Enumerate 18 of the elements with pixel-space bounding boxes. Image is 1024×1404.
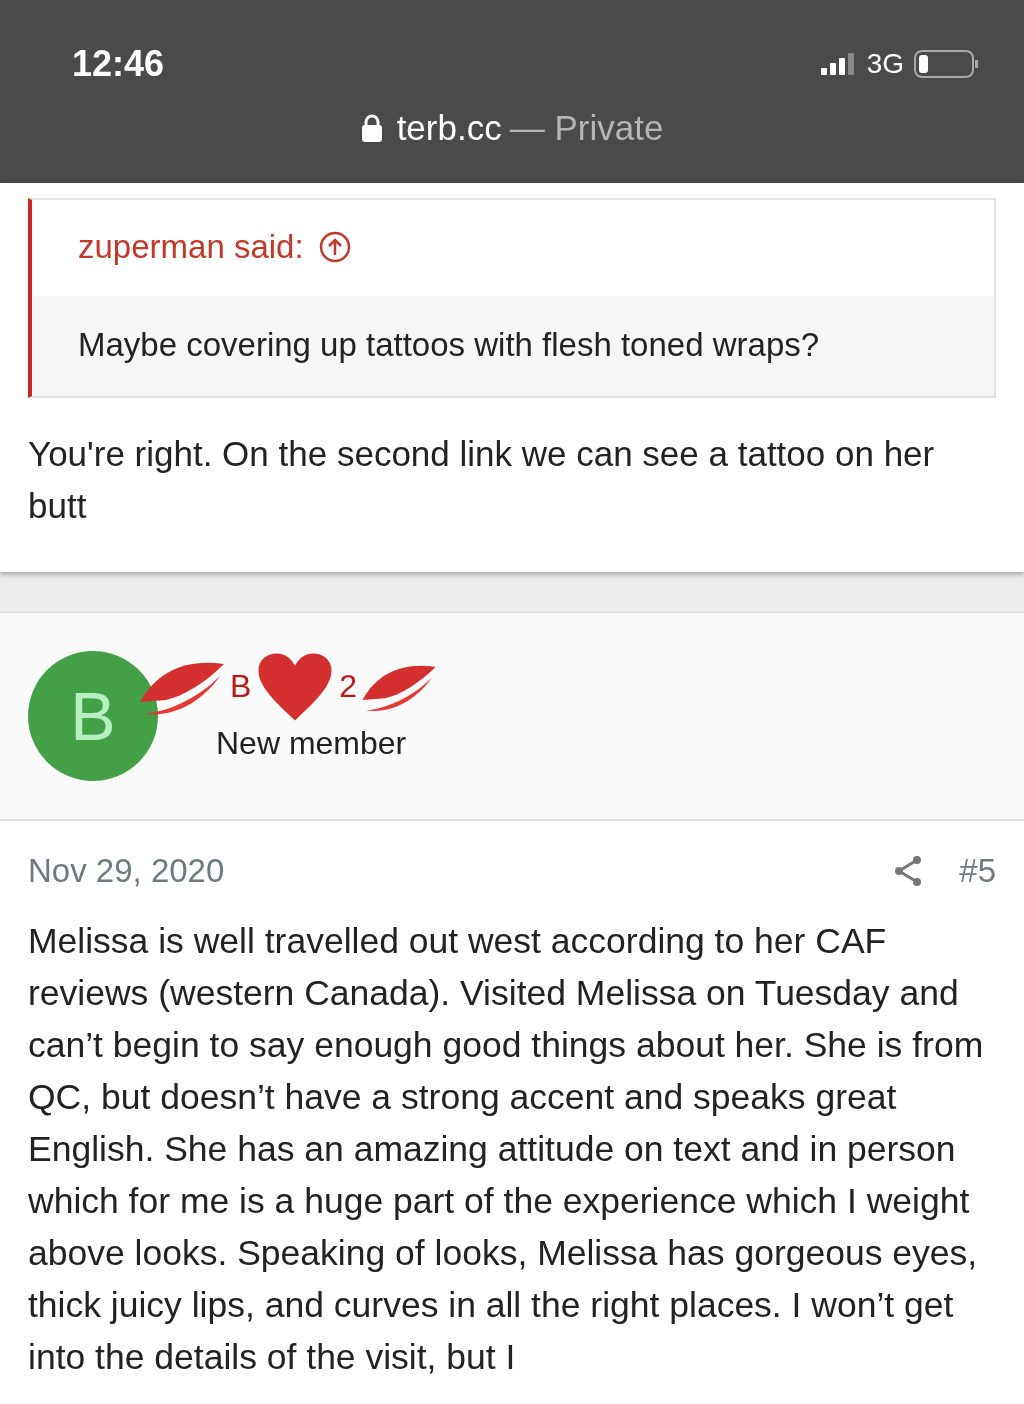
share-icon[interactable] bbox=[893, 855, 924, 887]
private-label: — Private bbox=[509, 108, 664, 148]
user-title: New member bbox=[216, 724, 408, 762]
post-body: Melissa is well travelled out west according to her CAF reviews (western Canada). Visited Melissa on Tuesday and can’t begin to say enough good things about her. She is from QC, but doesn’t have a strong accent and speaks great English. She has an amazing attitude on text and in person which for me is a huge part of the experience which I weight above looks. Speaking of looks, Melissa has gorgeous eyes, thick juicy lips, and curves in all the right places. I won’t get into the details of the visit, but I bbox=[28, 920, 985, 1379]
username[interactable]: B bbox=[230, 668, 252, 705]
signal-icon bbox=[820, 52, 857, 76]
address-domain[interactable]: terb.cc bbox=[396, 108, 502, 148]
arrow-up-icon[interactable] bbox=[317, 230, 352, 264]
quote-author[interactable]: zuperman said: bbox=[78, 228, 304, 266]
lock-icon bbox=[360, 113, 383, 143]
network-label: 3G bbox=[866, 48, 904, 80]
post-number[interactable]: #5 bbox=[959, 852, 996, 890]
post-date[interactable]: Nov 29, 2020 bbox=[28, 852, 225, 890]
clock: 12:46 bbox=[72, 43, 165, 85]
quote-text: Maybe covering up tattoos with flesh toned wraps? bbox=[32, 296, 994, 396]
battery-icon bbox=[914, 49, 980, 79]
username[interactable]: 2 bbox=[339, 668, 358, 705]
reply-text: You're right. On the second link we can see a tattoo on her butt bbox=[28, 433, 936, 527]
